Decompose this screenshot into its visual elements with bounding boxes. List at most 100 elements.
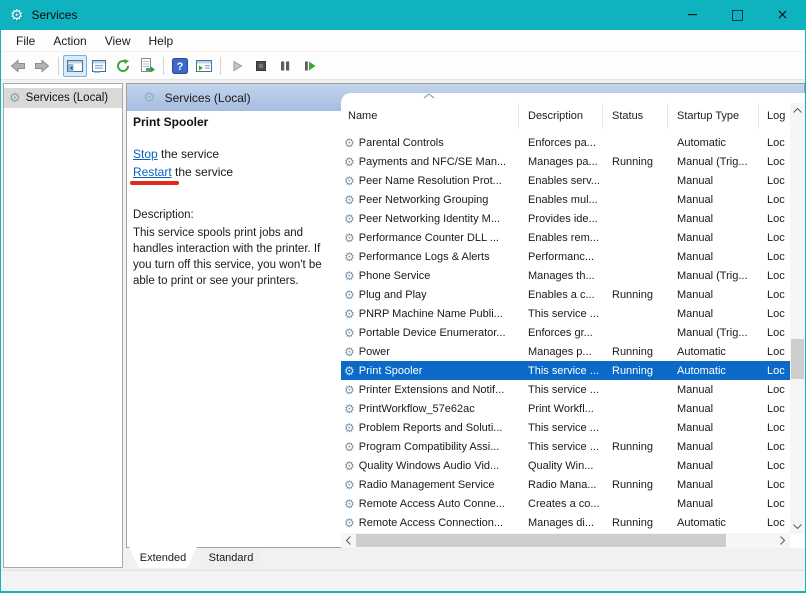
view-tab-strip: Extended Standard	[126, 548, 805, 570]
column-header-log-on-as[interactable]: Log	[759, 103, 790, 129]
menu-action[interactable]: Action	[44, 32, 95, 50]
service-row[interactable]: ⚙ Program Compatibility Assi... This serv…	[341, 437, 790, 456]
service-gear-icon: ⚙	[344, 439, 355, 454]
maximize-button[interactable]: □	[715, 0, 760, 30]
minimize-button[interactable]: −	[670, 0, 715, 30]
menu-view[interactable]: View	[96, 32, 140, 50]
service-description: Radio Mana...	[528, 478, 597, 491]
service-gear-icon: ⚙	[344, 420, 355, 435]
properties-button[interactable]	[87, 55, 111, 77]
service-row[interactable]: ⚙ PrintWorkflow_57e62ac Print Workfl... M…	[341, 399, 790, 418]
service-row[interactable]: ⚙ Parental Controls Enforces pa... Automa…	[341, 133, 790, 152]
column-header-name[interactable]: Name	[341, 103, 519, 129]
service-row[interactable]: ⚙ Remote Access Auto Conne... Creates a c…	[341, 494, 790, 513]
export-list-button[interactable]	[135, 55, 159, 77]
column-header-status[interactable]: Status	[603, 103, 668, 129]
service-name: Remote Access Connection...	[358, 516, 504, 529]
tab-standard[interactable]: Standard	[198, 548, 264, 567]
service-status: Running	[612, 478, 653, 491]
service-startup-type: Manual	[677, 193, 714, 206]
service-log-on-as: Loc	[767, 364, 785, 377]
services-gear-icon: ⚙	[143, 89, 156, 106]
service-row[interactable]: ⚙ Power Manages p... Running Automatic Lo…	[341, 342, 790, 361]
service-description: Creates a co...	[528, 497, 600, 510]
window-title: Services	[31, 8, 78, 22]
service-status: Running	[612, 345, 653, 358]
scroll-right-icon[interactable]	[775, 533, 790, 548]
horizontal-scroll-thumb[interactable]	[356, 534, 726, 547]
service-gear-icon: ⚙	[344, 496, 355, 511]
service-log-on-as: Loc	[767, 212, 785, 225]
show-console-tree-button[interactable]	[63, 54, 87, 77]
service-name: Plug and Play	[358, 288, 427, 301]
horizontal-scrollbar[interactable]	[341, 533, 790, 548]
service-log-on-as: Loc	[767, 459, 785, 472]
refresh-button[interactable]	[111, 55, 135, 77]
vertical-scrollbar[interactable]	[790, 103, 805, 534]
service-gear-icon: ⚙	[344, 192, 355, 207]
show-action-pane-button[interactable]	[192, 55, 216, 77]
description-text: This service spools print jobs and handl…	[133, 227, 322, 287]
service-gear-icon: ⚙	[344, 401, 355, 416]
service-row[interactable]: ⚙ Quality Windows Audio Vid... Quality Wi…	[341, 456, 790, 475]
column-header-startup-type[interactable]: Startup Type	[668, 103, 759, 129]
service-startup-type: Manual	[677, 478, 714, 491]
forward-button[interactable]	[30, 55, 54, 77]
service-startup-type: Manual	[677, 421, 714, 434]
tab-extended[interactable]: Extended	[129, 547, 197, 568]
help-button[interactable]: ?	[168, 55, 192, 77]
service-startup-type: Manual (Trig...	[677, 269, 748, 282]
service-description: Manages pa...	[528, 155, 598, 168]
restart-service-link[interactable]: Restart	[133, 165, 172, 179]
service-row[interactable]: ⚙ Payments and NFC/SE Man... Manages pa..…	[341, 152, 790, 171]
stop-service-link[interactable]: Stop	[133, 147, 158, 161]
stop-service-button[interactable]	[249, 55, 273, 77]
tree-item-services-local[interactable]: ⚙ Services (Local)	[4, 88, 122, 108]
scroll-down-icon[interactable]	[790, 519, 805, 534]
back-button[interactable]	[6, 55, 30, 77]
service-startup-type: Automatic	[677, 516, 726, 529]
scroll-up-icon[interactable]	[790, 103, 805, 118]
service-description: This service ...	[528, 440, 599, 453]
menu-help[interactable]: Help	[140, 32, 183, 50]
menu-file[interactable]: File	[7, 32, 44, 50]
service-status	[603, 190, 668, 209]
start-service-button[interactable]	[225, 55, 249, 77]
vertical-scroll-thumb[interactable]	[791, 339, 804, 379]
service-row[interactable]: ⚙ Remote Access Connection... Manages di.…	[341, 513, 790, 532]
service-status	[603, 228, 668, 247]
service-status: Running	[612, 364, 653, 377]
service-log-on-as: Loc	[767, 269, 785, 282]
service-row[interactable]: ⚙ Radio Management Service Radio Mana... …	[341, 475, 790, 494]
service-description: Quality Win...	[528, 459, 594, 472]
column-headers: Name Description Status Startup Type Log	[341, 103, 790, 129]
service-description: Manages p...	[528, 345, 592, 358]
service-gear-icon: ⚙	[344, 230, 355, 245]
close-button[interactable]: ×	[760, 0, 805, 30]
service-row[interactable]: ⚙ Print Spooler This service ... Running …	[341, 361, 790, 380]
pause-service-button[interactable]	[273, 55, 297, 77]
service-gear-icon: ⚙	[344, 477, 355, 492]
service-row[interactable]: ⚙ Peer Name Resolution Prot... Enables se…	[341, 171, 790, 190]
service-row[interactable]: ⚙ Performance Logs & Alerts Performanc...…	[341, 247, 790, 266]
toolbar-separator	[220, 56, 221, 75]
service-row[interactable]: ⚙ Phone Service Manages th... Manual (Tri…	[341, 266, 790, 285]
service-row[interactable]: ⚙ Plug and Play Enables a c... Running Ma…	[341, 285, 790, 304]
service-row[interactable]: ⚙ Peer Networking Grouping Enables mul...…	[341, 190, 790, 209]
scroll-left-icon[interactable]	[341, 533, 356, 548]
column-header-description[interactable]: Description	[519, 103, 603, 129]
service-row[interactable]: ⚙ Problem Reports and Soluti... This serv…	[341, 418, 790, 437]
service-gear-icon: ⚙	[344, 211, 355, 226]
service-row[interactable]: ⚙ Performance Counter DLL ... Enables rem…	[341, 228, 790, 247]
service-row[interactable]: ⚙ Portable Device Enumerator... Enforces …	[341, 323, 790, 342]
service-row[interactable]: ⚙ Peer Networking Identity M... Provides …	[341, 209, 790, 228]
service-row[interactable]: ⚙ PNRP Machine Name Publi... This service…	[341, 304, 790, 323]
service-gear-icon: ⚙	[344, 382, 355, 397]
restart-service-button[interactable]	[297, 55, 321, 77]
service-description: Enables serv...	[528, 174, 600, 187]
service-status	[603, 418, 668, 437]
properties-icon	[91, 59, 107, 73]
service-startup-type: Manual	[677, 459, 714, 472]
service-row[interactable]: ⚙ Printer Extensions and Notif... This se…	[341, 380, 790, 399]
service-startup-type: Automatic	[677, 364, 726, 377]
